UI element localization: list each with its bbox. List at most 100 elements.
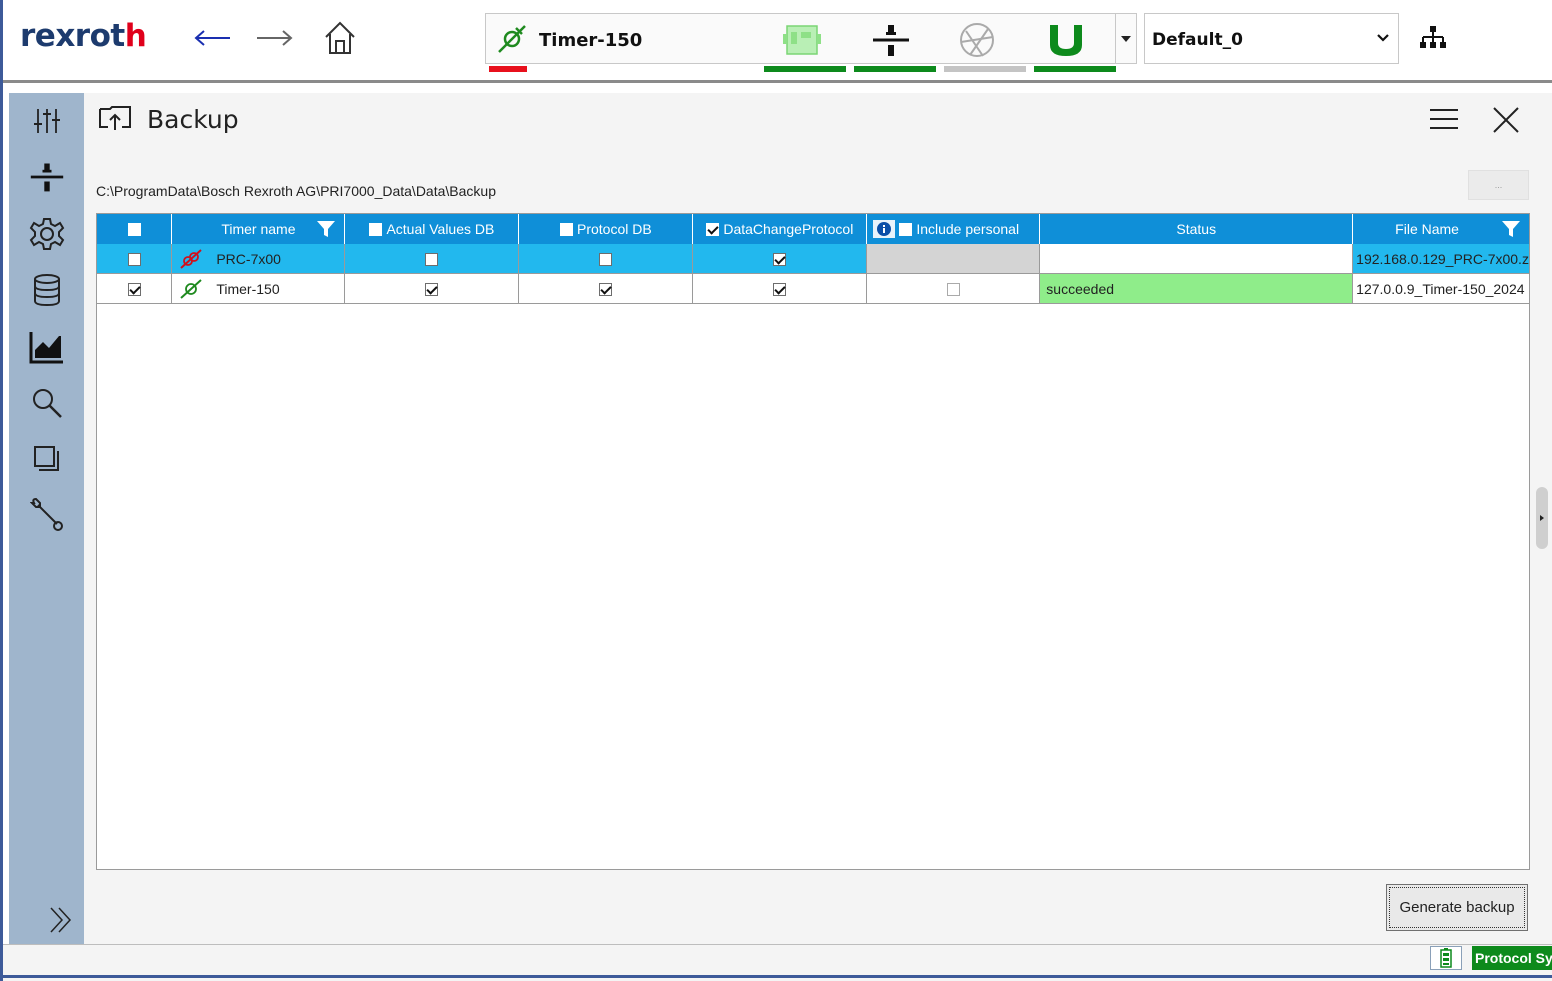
data-change-all-checkbox[interactable] bbox=[706, 222, 720, 236]
toolbar-divider bbox=[3, 80, 1552, 83]
right-panel-handle[interactable] bbox=[1536, 487, 1548, 549]
database-icon bbox=[34, 274, 60, 307]
gear-icon bbox=[29, 218, 65, 250]
timer-name: Timer-150 bbox=[539, 30, 643, 51]
column-status[interactable]: Status bbox=[1039, 214, 1354, 244]
select-all-header[interactable] bbox=[97, 214, 173, 244]
network-tree-icon[interactable] bbox=[1418, 24, 1448, 52]
row-select-cell[interactable] bbox=[97, 244, 173, 274]
device-status-icon[interactable] bbox=[1430, 946, 1462, 970]
data-change-cell[interactable] bbox=[692, 273, 868, 304]
chevron-down-icon bbox=[1377, 34, 1389, 42]
data-change-checkbox[interactable] bbox=[773, 253, 787, 267]
column-include-personal[interactable]: Include personal bbox=[866, 214, 1041, 244]
sidebar-item-analysis[interactable] bbox=[28, 328, 66, 366]
info-icon[interactable] bbox=[873, 220, 896, 238]
include-personal-cell bbox=[866, 244, 1041, 274]
row-select-checkbox[interactable] bbox=[127, 283, 141, 297]
layers-icon bbox=[34, 446, 59, 471]
connection-plug-icon bbox=[498, 25, 526, 53]
menu-icon[interactable] bbox=[1428, 107, 1460, 131]
double-chevron-icon bbox=[50, 907, 72, 933]
disconnected-plug-icon bbox=[180, 248, 203, 269]
actual-values-checkbox[interactable] bbox=[425, 283, 439, 297]
sidebar-item-database[interactable] bbox=[28, 271, 66, 309]
timer-dropdown-button[interactable] bbox=[1115, 13, 1137, 64]
rexroth-logo: rexroth bbox=[20, 18, 147, 54]
back-button[interactable] bbox=[190, 18, 234, 58]
table-row[interactable]: Timer-150 succeeded 127.0.0.9_Timer-150_… bbox=[97, 273, 1529, 304]
aperture-status-bar bbox=[944, 66, 1026, 72]
protocol-sync-badge[interactable]: Protocol Sy bbox=[1472, 946, 1552, 970]
home-button[interactable] bbox=[318, 18, 362, 58]
main-content: Backup C:\ProgramData\Bosch Rexroth AG\P… bbox=[84, 93, 1552, 944]
backup-path: C:\ProgramData\Bosch Rexroth AG\PRI7000_… bbox=[96, 183, 496, 199]
search-icon bbox=[33, 389, 62, 418]
sidebar-expand-button[interactable] bbox=[42, 901, 80, 939]
column-protocol-db[interactable]: Protocol DB bbox=[518, 214, 694, 244]
file-name-cell: 192.168.0.129_PRC-7x00.z bbox=[1352, 244, 1529, 274]
actual-values-cell[interactable] bbox=[344, 244, 520, 274]
timer-selector[interactable]: Timer-150 bbox=[485, 13, 1116, 64]
protocol-db-all-checkbox[interactable] bbox=[560, 222, 573, 236]
protocol-db-cell[interactable] bbox=[518, 244, 694, 274]
controller-icon[interactable] bbox=[781, 22, 823, 58]
protocol-db-checkbox[interactable] bbox=[599, 283, 613, 297]
sidebar-item-parameters[interactable] bbox=[28, 102, 66, 140]
backup-icon bbox=[99, 106, 131, 130]
include-personal-cell[interactable] bbox=[866, 273, 1041, 304]
actual-values-checkbox[interactable] bbox=[425, 253, 439, 267]
sidebar-item-spindle[interactable] bbox=[28, 158, 66, 196]
battery-icon bbox=[1440, 948, 1452, 968]
caret-down-icon bbox=[1121, 35, 1131, 42]
browse-button[interactable]: ... bbox=[1468, 170, 1529, 200]
table-row[interactable]: PRC-7x00 192.168.0.129_PRC-7x00.z bbox=[97, 244, 1529, 274]
arrow-left-icon bbox=[194, 30, 230, 46]
filter-icon[interactable] bbox=[1502, 221, 1520, 237]
sidebar bbox=[9, 93, 84, 944]
backup-table: Timer name Actual Values DB Protocol DB … bbox=[96, 213, 1530, 870]
filter-icon[interactable] bbox=[317, 221, 336, 237]
connection-status-bar bbox=[489, 66, 527, 72]
sidebar-item-search[interactable] bbox=[28, 384, 66, 422]
status-cell: succeeded bbox=[1039, 273, 1354, 304]
row-select-cell[interactable] bbox=[97, 273, 173, 304]
select-all-checkbox[interactable] bbox=[127, 222, 141, 236]
generate-backup-button[interactable]: Generate backup bbox=[1386, 884, 1528, 931]
file-name-cell: 127.0.0.9_Timer-150_2024 bbox=[1352, 273, 1529, 304]
arrow-right-icon bbox=[257, 30, 293, 46]
sidebar-item-settings[interactable] bbox=[28, 215, 66, 253]
actual-values-all-checkbox[interactable] bbox=[369, 222, 383, 236]
timer-name-cell: Timer-150 bbox=[171, 273, 346, 304]
row-select-checkbox[interactable] bbox=[127, 253, 141, 267]
include-personal-all-checkbox[interactable] bbox=[899, 222, 913, 236]
connection-plug-icon bbox=[180, 278, 203, 299]
column-file-name[interactable]: File Name bbox=[1352, 214, 1529, 244]
page-title: Backup bbox=[147, 105, 239, 134]
chart-icon bbox=[29, 332, 63, 364]
data-change-checkbox[interactable] bbox=[773, 283, 787, 297]
sliders-icon bbox=[34, 109, 60, 133]
include-personal-checkbox[interactable] bbox=[946, 283, 960, 297]
sidebar-item-tools[interactable] bbox=[28, 496, 66, 534]
actual-values-cell[interactable] bbox=[344, 273, 520, 304]
protocol-db-checkbox[interactable] bbox=[599, 253, 613, 267]
spindle-status-icon[interactable] bbox=[871, 22, 911, 58]
profile-value: Default_0 bbox=[1152, 30, 1243, 50]
home-icon bbox=[325, 21, 355, 54]
sidebar-item-layers[interactable] bbox=[28, 440, 66, 478]
clamp-icon[interactable] bbox=[1046, 21, 1086, 59]
column-timer-name[interactable]: Timer name bbox=[171, 214, 346, 244]
column-data-change-protocol[interactable]: DataChangeProtocol bbox=[692, 214, 868, 244]
data-change-cell[interactable] bbox=[692, 244, 868, 274]
status-cell bbox=[1039, 244, 1354, 274]
close-icon[interactable] bbox=[1491, 105, 1521, 135]
spindle-status-bar bbox=[854, 66, 936, 72]
spindle-icon bbox=[30, 163, 64, 192]
profile-select[interactable]: Default_0 bbox=[1144, 13, 1399, 64]
aperture-icon[interactable] bbox=[958, 21, 996, 59]
forward-button[interactable] bbox=[253, 18, 297, 58]
timer-name-cell: PRC-7x00 bbox=[171, 244, 346, 274]
column-actual-values-db[interactable]: Actual Values DB bbox=[344, 214, 520, 244]
protocol-db-cell[interactable] bbox=[518, 273, 694, 304]
